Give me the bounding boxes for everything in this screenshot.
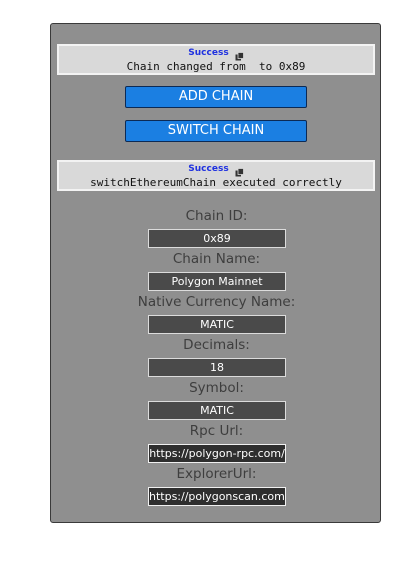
native-currency-name-value: MATIC xyxy=(148,315,286,334)
symbol-value: MATIC xyxy=(148,401,286,420)
rpc-url-label: Rpc Url: xyxy=(189,423,244,439)
add-chain-button[interactable]: ADD CHAIN xyxy=(125,86,307,108)
explorer-url-value: https://polygonscan.com/ xyxy=(148,487,286,506)
chain-name-value: Polygon Mainnet xyxy=(148,272,286,291)
success-toast-switch-executed: Success switchEthereumChain executed cor… xyxy=(57,160,375,191)
copy-icon[interactable] xyxy=(235,165,244,177)
toast-message: switchEthereumChain executed correctly xyxy=(90,176,342,189)
symbol-label: Symbol: xyxy=(189,380,244,396)
chain-id-label: Chain ID: xyxy=(185,208,248,224)
rpc-url-value: https://polygon-rpc.com/ xyxy=(148,444,286,463)
switch-chain-button[interactable]: SWITCH CHAIN xyxy=(125,120,307,142)
toast-title: Success xyxy=(188,164,229,174)
decimals-value: 18 xyxy=(148,358,286,377)
toast-title: Success xyxy=(188,48,229,58)
native-currency-name-label: Native Currency Name: xyxy=(137,294,296,310)
success-toast-chain-changed: Success Chain changed from to 0x89 xyxy=(57,44,375,75)
chain-name-label: Chain Name: xyxy=(172,251,261,267)
chain-id-value: 0x89 xyxy=(148,229,286,248)
copy-icon[interactable] xyxy=(235,49,244,61)
chain-panel: Success Chain changed from to 0x89 ADD C… xyxy=(50,23,381,523)
decimals-label: Decimals: xyxy=(183,337,250,353)
explorer-url-label: ExplorerUrl: xyxy=(176,466,257,482)
toast-message: Chain changed from to 0x89 xyxy=(126,60,306,73)
